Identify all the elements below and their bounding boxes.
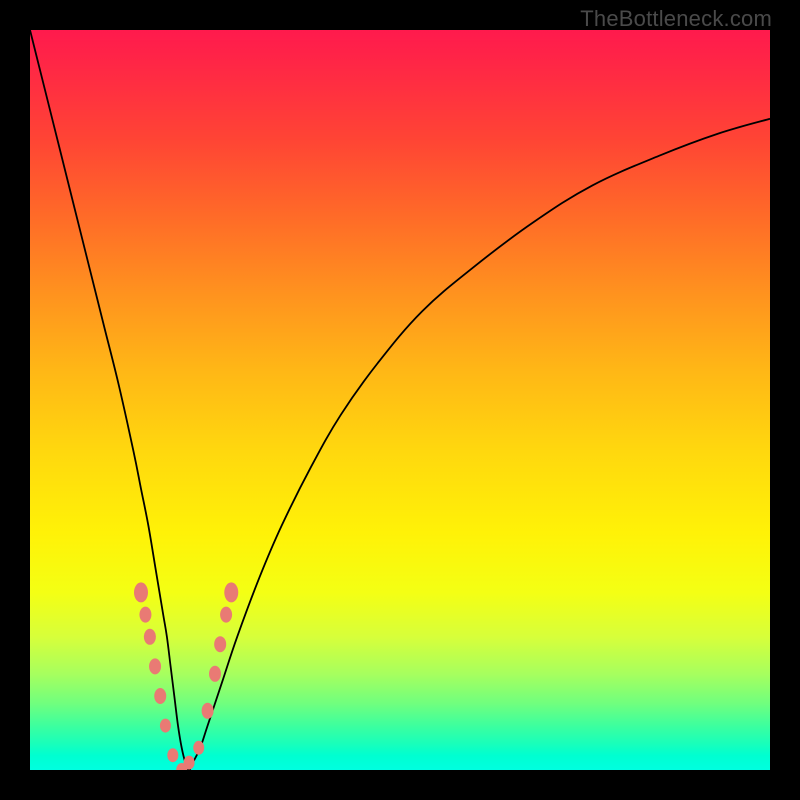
data-marker (160, 719, 171, 733)
data-marker (202, 703, 214, 719)
data-marker (184, 756, 195, 770)
data-marker (224, 582, 238, 602)
data-marker (154, 688, 166, 704)
data-marker (209, 666, 221, 682)
chart-frame: TheBottleneck.com (0, 0, 800, 800)
data-marker (220, 607, 232, 623)
data-marker (144, 629, 156, 645)
data-marker (134, 582, 148, 602)
data-marker (167, 748, 178, 762)
watermark-text: TheBottleneck.com (580, 6, 772, 32)
plot-area (30, 30, 770, 770)
data-marker (193, 741, 204, 755)
data-marker (139, 607, 151, 623)
data-marker (149, 658, 161, 674)
bottleneck-curve (30, 30, 770, 770)
data-marker (214, 636, 226, 652)
